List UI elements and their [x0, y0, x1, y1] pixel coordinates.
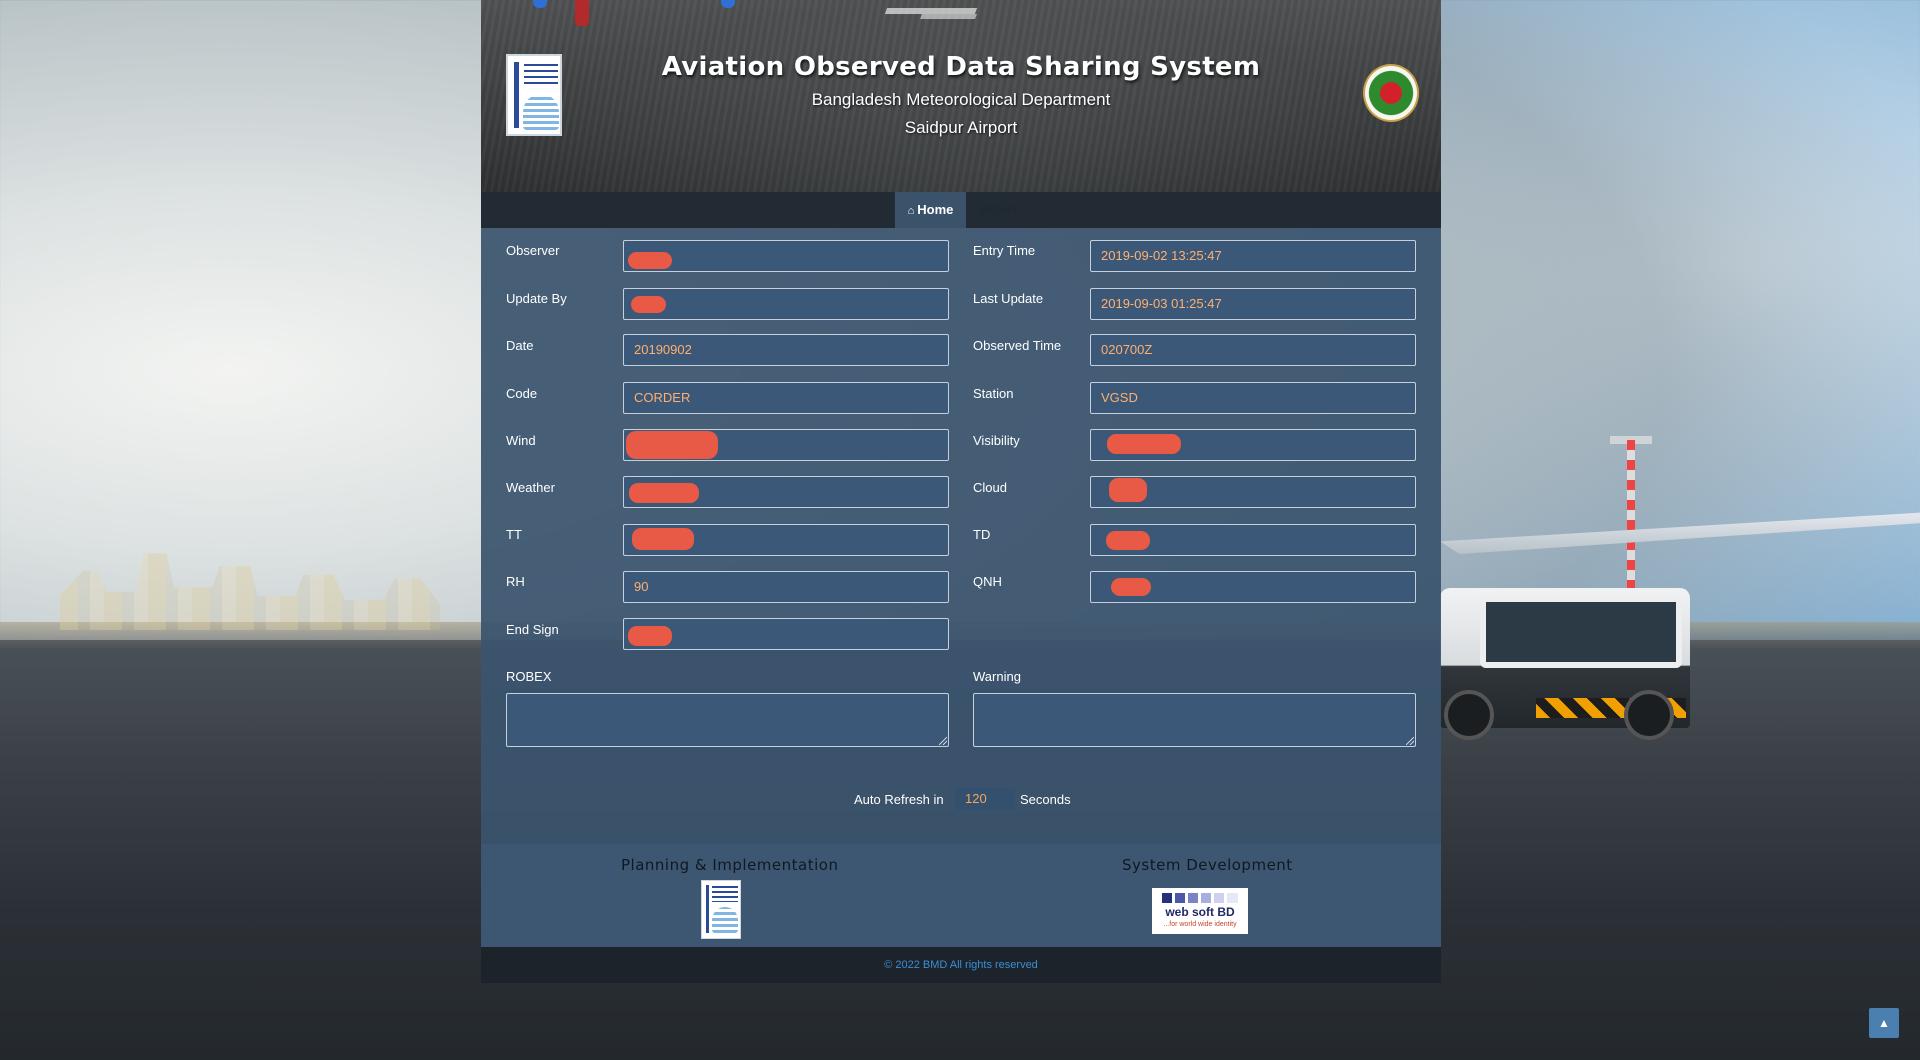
date-label: Date — [506, 338, 534, 353]
resize-grip-icon[interactable] — [939, 737, 947, 745]
observer-field[interactable] — [623, 240, 949, 272]
development-title: System Development — [1122, 856, 1293, 874]
auto-refresh-seconds: 120 — [955, 788, 1015, 810]
last-update-field[interactable]: 2019-09-03 01:25:47 — [1090, 288, 1416, 320]
background-tug-cab — [1480, 596, 1682, 668]
bmd-credit-logo — [701, 880, 741, 939]
redaction-mark — [626, 431, 718, 459]
observer-label: Observer — [506, 243, 560, 258]
robex-textarea[interactable] — [506, 693, 949, 747]
weather-label: Weather — [506, 480, 555, 495]
observed-time-field[interactable]: 020700Z — [1090, 334, 1416, 366]
warning-label: Warning — [973, 669, 1021, 684]
cloud-label: Cloud — [973, 480, 1007, 495]
resize-grip-icon[interactable] — [1406, 737, 1414, 745]
station-field[interactable]: VGSD — [1090, 382, 1416, 414]
redaction-mark — [632, 528, 694, 550]
form-area: Observer Entry Time 2019-09-02 13:25:47 … — [481, 0, 1441, 983]
scroll-to-top-button[interactable]: ▲ — [1869, 1008, 1899, 1038]
qnh-label: QNH — [973, 574, 1002, 589]
entry-time-field[interactable]: 2019-09-02 13:25:47 — [1090, 240, 1416, 272]
redaction-mark — [628, 626, 672, 646]
code-field[interactable]: CORDER — [623, 382, 949, 414]
credits-band: Planning & Implementation System Develop… — [481, 844, 1441, 947]
websoftbd-logo-name: web soft BD — [1165, 905, 1235, 919]
update-by-label: Update By — [506, 291, 567, 306]
copyright-footer[interactable]: © 2022 BMD All rights reserved — [481, 947, 1441, 983]
warning-textarea[interactable] — [973, 693, 1416, 747]
wind-label: Wind — [506, 433, 536, 448]
update-by-field[interactable] — [623, 288, 949, 320]
robex-label: ROBEX — [506, 669, 552, 684]
code-label: Code — [506, 386, 538, 401]
auto-refresh-prefix: Auto Refresh in — [854, 792, 944, 807]
visibility-label: Visibility — [973, 433, 1020, 448]
redaction-mark — [629, 483, 699, 503]
last-update-label: Last Update — [973, 291, 1044, 306]
redaction-mark — [1106, 531, 1150, 550]
redaction-mark — [1107, 434, 1181, 454]
rh-field[interactable]: 90 — [623, 571, 949, 603]
observed-time-label: Observed Time — [973, 338, 1062, 353]
background-aircraft-wing — [1440, 512, 1920, 554]
chevron-up-icon: ▲ — [1878, 1016, 1890, 1030]
td-label: TD — [973, 527, 991, 542]
websoftbd-logo-tagline: ...for world wide identity — [1163, 921, 1237, 928]
entry-time-label: Entry Time — [973, 243, 1036, 258]
auto-refresh-suffix: Seconds — [1020, 792, 1071, 807]
background-city-skyline — [60, 553, 440, 630]
redaction-mark — [628, 252, 672, 269]
rh-label: RH — [506, 574, 525, 589]
websoftbd-logo[interactable]: web soft BD ...for world wide identity — [1152, 888, 1248, 934]
redaction-mark — [1111, 578, 1151, 596]
redaction-mark — [631, 296, 666, 313]
background-tug-wheel — [1624, 690, 1674, 740]
planning-title: Planning & Implementation — [621, 856, 839, 874]
station-label: Station — [973, 386, 1014, 401]
tt-label: TT — [506, 527, 522, 542]
date-field[interactable]: 20190902 — [623, 334, 949, 366]
background-tug-wheel — [1444, 690, 1494, 740]
redaction-mark — [1109, 478, 1147, 502]
end-sign-label: End Sign — [506, 622, 559, 637]
